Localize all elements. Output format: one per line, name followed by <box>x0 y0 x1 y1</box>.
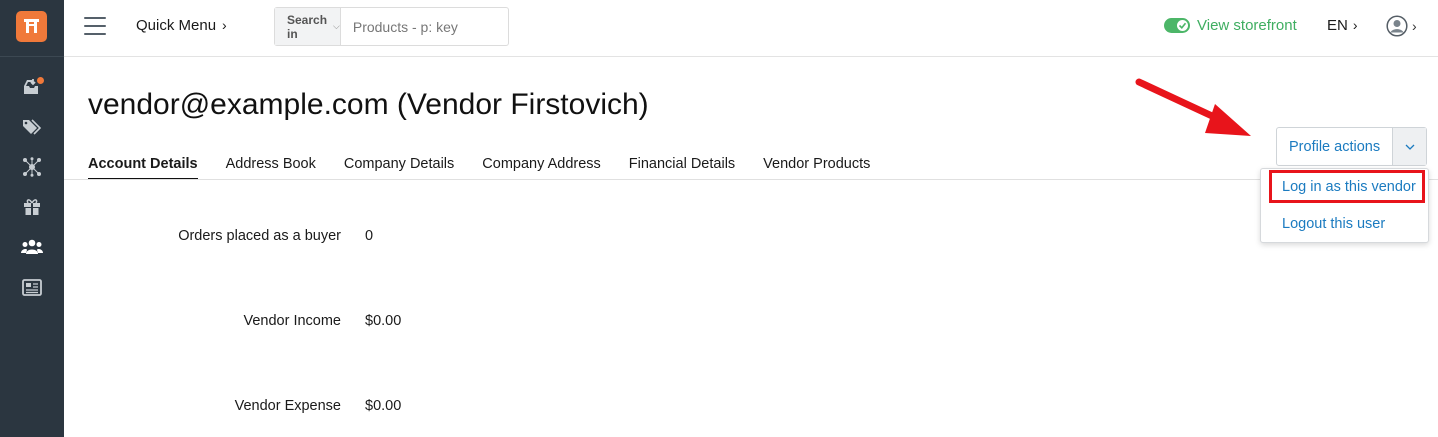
search-input[interactable] <box>340 8 534 45</box>
sidebar-item-products[interactable] <box>20 115 44 139</box>
network-icon <box>23 157 41 177</box>
app-logo[interactable] <box>16 11 47 42</box>
storefront-toggle-icon <box>1164 18 1190 33</box>
search-in-label: Search in <box>287 12 328 41</box>
chevron-right-icon: › <box>222 17 227 33</box>
vendor-expense-value: $0.00 <box>365 398 402 414</box>
tab-financial-details[interactable]: Financial Details <box>629 156 735 180</box>
tab-company-details[interactable]: Company Details <box>344 156 454 180</box>
tab-bar: Account Details Address Book Company Det… <box>88 156 898 180</box>
tab-address-book[interactable]: Address Book <box>226 156 316 180</box>
hamburger-menu-icon[interactable] <box>84 17 106 35</box>
sidebar-item-promotions[interactable] <box>20 195 44 219</box>
view-storefront-link[interactable]: View storefront <box>1164 17 1297 34</box>
sidebar <box>0 0 64 437</box>
storefront-label: View storefront <box>1197 17 1297 34</box>
top-bar: Quick Menu › Search in ⌵ View storefront E… <box>64 0 1438 57</box>
orders-placed-value: 0 <box>365 228 374 244</box>
annotation-arrow-icon <box>1135 78 1251 136</box>
user-menu[interactable]: › <box>1386 15 1417 37</box>
user-avatar-icon <box>1386 15 1408 37</box>
notification-dot <box>37 77 44 84</box>
vendor-expense-label: Vendor Expense <box>234 398 341 414</box>
search-in-dropdown[interactable]: Search in ⌵ <box>275 8 341 45</box>
profile-actions-button: Profile actions <box>1276 127 1428 166</box>
chevron-down-icon <box>1405 144 1415 150</box>
sidebar-divider <box>0 56 64 57</box>
search-box: Search in ⌵ <box>274 7 534 46</box>
chevron-down-icon: ⌵ <box>333 21 340 31</box>
tab-account-details[interactable]: Account Details <box>88 156 198 180</box>
profile-actions-label[interactable]: Profile actions <box>1277 128 1394 165</box>
tab-vendor-products[interactable]: Vendor Products <box>763 156 870 180</box>
profile-actions-toggle[interactable] <box>1393 128 1427 165</box>
users-icon <box>21 239 43 254</box>
tabs-divider <box>64 179 1438 180</box>
page-title: vendor@example.com (Vendor Firstovich) <box>88 88 649 121</box>
cart-logo-icon <box>24 19 39 33</box>
chevron-right-icon: › <box>1412 18 1417 34</box>
sidebar-item-orders[interactable] <box>20 75 44 99</box>
orders-placed-label: Orders placed as a buyer <box>178 228 341 244</box>
newspaper-icon <box>22 278 42 296</box>
chevron-right-icon: › <box>1352 17 1358 33</box>
vendor-income-label: Vendor Income <box>243 313 341 329</box>
annotation-highlight-box <box>1269 170 1425 203</box>
sidebar-item-website[interactable] <box>20 275 44 299</box>
language-selector[interactable]: EN › <box>1327 17 1358 34</box>
gift-icon <box>24 199 40 215</box>
logout-user-item[interactable]: Logout this user <box>1282 216 1385 232</box>
quick-menu-button[interactable]: Quick Menu › <box>136 17 227 34</box>
sidebar-item-customers[interactable] <box>20 235 44 259</box>
sidebar-item-marketing[interactable] <box>20 155 44 179</box>
language-label: EN <box>1327 17 1348 34</box>
vendor-income-value: $0.00 <box>365 313 402 329</box>
quick-menu-label: Quick Menu <box>136 17 217 34</box>
tags-icon <box>23 119 42 135</box>
tab-company-address[interactable]: Company Address <box>482 156 600 180</box>
